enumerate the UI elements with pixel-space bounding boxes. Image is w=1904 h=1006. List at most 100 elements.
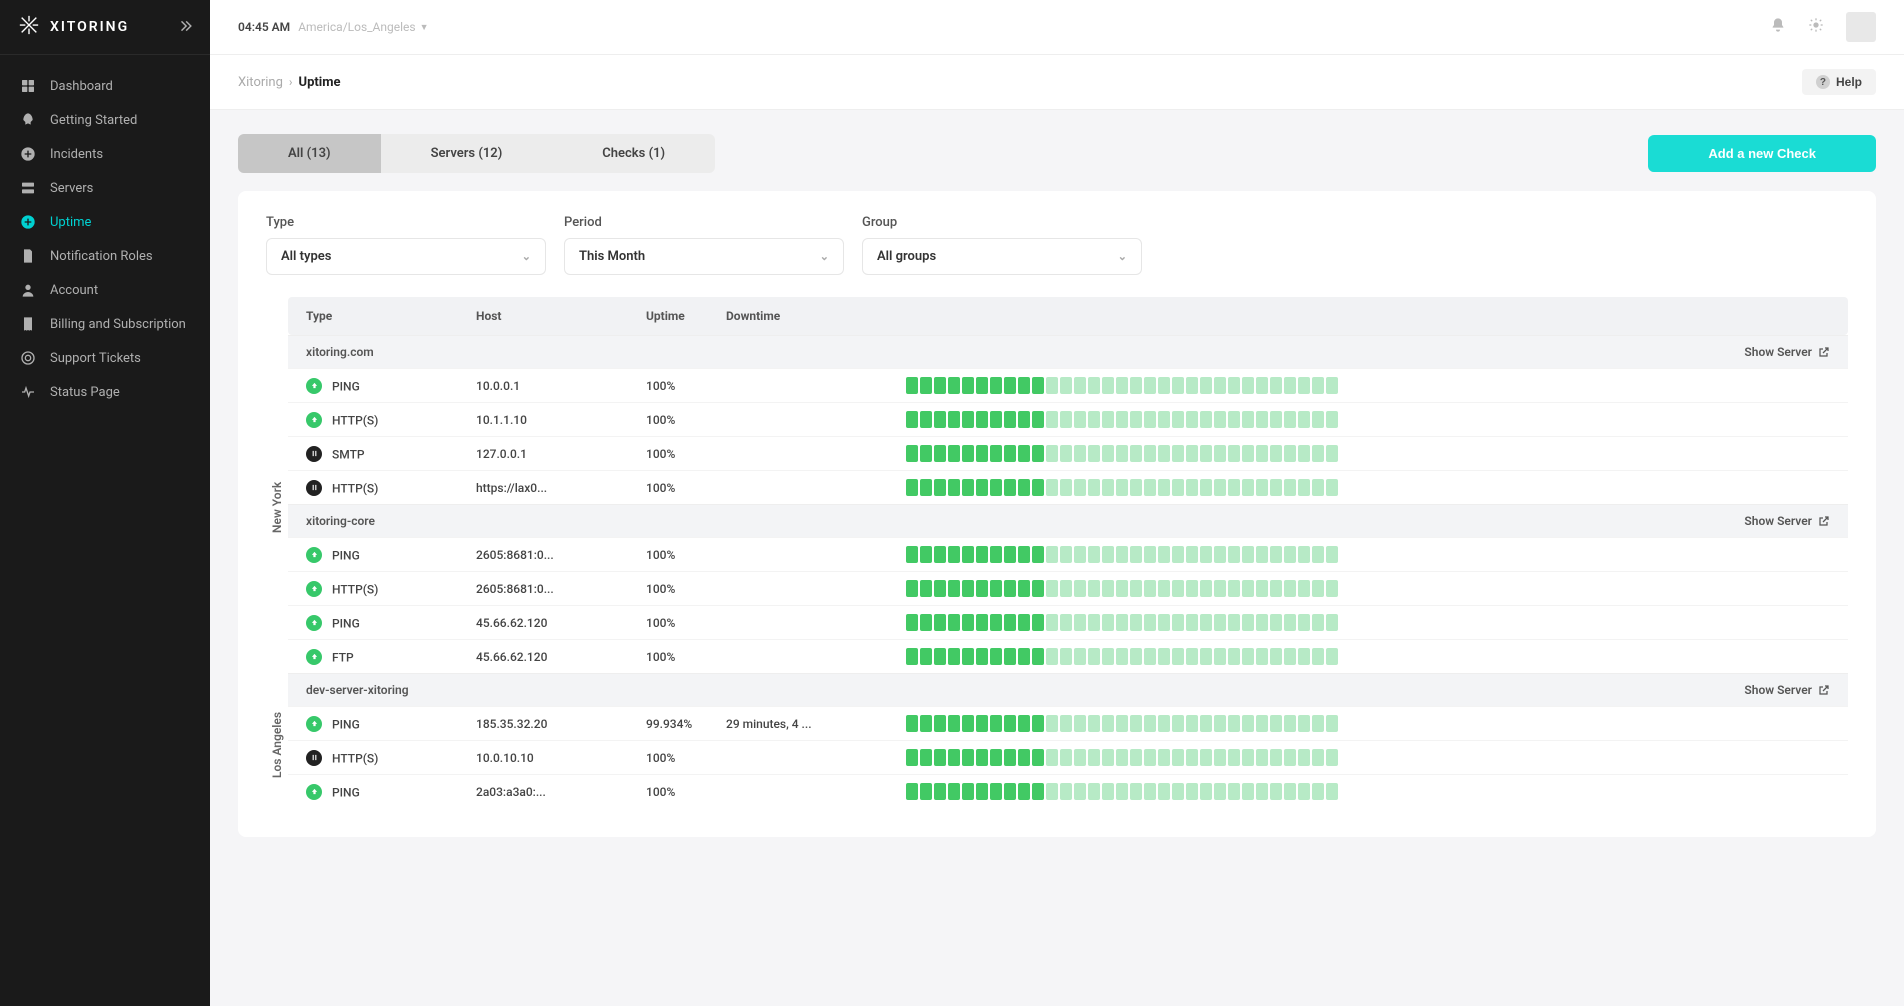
uptime-segment: [1200, 411, 1212, 428]
region-label: Los Angeles: [266, 677, 288, 813]
table-row[interactable]: PING 185.35.32.20 99.934% 29 minutes, 4 …: [288, 706, 1848, 740]
uptime-segment: [990, 715, 1002, 732]
uptime-segment: [1158, 445, 1170, 462]
uptime-segment: [1186, 614, 1198, 631]
show-server-link[interactable]: Show Server: [1744, 683, 1830, 697]
table-row[interactable]: PING 10.0.0.1 100%: [288, 368, 1848, 402]
chevron-down-icon[interactable]: ▼: [420, 22, 429, 33]
uptime-segment: [1214, 749, 1226, 766]
sidebar-item-notification-roles[interactable]: Notification Roles: [0, 239, 210, 273]
uptime-bars: [906, 749, 1830, 766]
downtime-cell: 29 minutes, 4 ...: [726, 717, 906, 731]
uptime-segment: [934, 377, 946, 394]
uptime-segment: [920, 377, 932, 394]
table-row[interactable]: SMTP 127.0.0.1 100%: [288, 436, 1848, 470]
uptime-segment: [1172, 648, 1184, 665]
uptime-segment: [1116, 546, 1128, 563]
table-row[interactable]: HTTP(S) 2605:8681:0... 100%: [288, 571, 1848, 605]
uptime-segment: [920, 749, 932, 766]
help-icon: ?: [1816, 75, 1830, 89]
uptime-segment: [1242, 580, 1254, 597]
show-server-link[interactable]: Show Server: [1744, 514, 1830, 528]
table-row[interactable]: HTTP(S) 10.0.10.10 100%: [288, 740, 1848, 774]
uptime-segment: [934, 479, 946, 496]
uptime-segment: [1060, 445, 1072, 462]
sidebar-item-getting-started[interactable]: Getting Started: [0, 103, 210, 137]
uptime-segment: [1102, 580, 1114, 597]
sidebar-item-servers[interactable]: Servers: [0, 171, 210, 205]
table-row[interactable]: HTTP(S) 10.1.1.10 100%: [288, 402, 1848, 436]
table-body: xitoring.comShow Server PING 10.0.0.1 10…: [288, 335, 1848, 808]
sidebar-item-dashboard[interactable]: Dashboard: [0, 69, 210, 103]
col-header-type: Type: [306, 309, 476, 323]
sidebar-item-support-tickets[interactable]: Support Tickets: [0, 341, 210, 375]
table-row[interactable]: PING 45.66.62.120 100%: [288, 605, 1848, 639]
bell-icon[interactable]: [1770, 17, 1786, 37]
uptime-segment: [1102, 546, 1114, 563]
uptime-segment: [962, 783, 974, 800]
sidebar-item-account[interactable]: Account: [0, 273, 210, 307]
brand: XITORING: [18, 14, 178, 40]
uptime-segment: [1228, 377, 1240, 394]
sidebar-item-status-page[interactable]: Status Page: [0, 375, 210, 409]
help-button[interactable]: ? Help: [1802, 69, 1876, 95]
uptime-segment: [1214, 783, 1226, 800]
status-up-icon: [306, 716, 322, 732]
breadcrumb-root[interactable]: Xitoring: [238, 75, 283, 90]
uptime-segment: [1060, 749, 1072, 766]
main: 04:45 AM America/Los_Angeles ▼ Xitoring …: [210, 0, 1904, 1006]
type-select[interactable]: All types ⌄: [266, 238, 546, 275]
uptime-segment: [990, 648, 1002, 665]
uptime-segment: [1228, 715, 1240, 732]
uptime-segment: [976, 614, 988, 631]
uptime-segment: [1284, 648, 1296, 665]
uptime-segment: [1116, 479, 1128, 496]
uptime-segment: [1172, 411, 1184, 428]
sidebar-item-incidents[interactable]: Incidents: [0, 137, 210, 171]
uptime-segment: [1186, 445, 1198, 462]
show-server-link[interactable]: Show Server: [1744, 345, 1830, 359]
uptime-segment: [1312, 783, 1324, 800]
uptime-segment: [1158, 648, 1170, 665]
host-cell: 45.66.62.120: [476, 650, 646, 664]
group-select[interactable]: All groups ⌄: [862, 238, 1142, 275]
theme-toggle-icon[interactable]: [1808, 17, 1824, 37]
host-cell: 185.35.32.20: [476, 717, 646, 731]
uptime-cell: 100%: [646, 413, 726, 427]
period-select[interactable]: This Month ⌄: [564, 238, 844, 275]
table-row[interactable]: PING 2605:8681:0... 100%: [288, 537, 1848, 571]
uptime-segment: [1298, 580, 1310, 597]
uptime-segment: [1256, 546, 1268, 563]
host-cell: 45.66.62.120: [476, 616, 646, 630]
uptime-segment: [948, 580, 960, 597]
uptime-segment: [1256, 580, 1268, 597]
group-header: dev-server-xitoringShow Server: [288, 673, 1848, 706]
uptime-segment: [1298, 614, 1310, 631]
avatar[interactable]: [1846, 12, 1876, 42]
tab-checks[interactable]: Checks (1): [552, 134, 715, 173]
uptime-segment: [1144, 715, 1156, 732]
collapse-sidebar-icon[interactable]: [178, 18, 192, 37]
user-icon: [20, 282, 36, 298]
filters: Type All types ⌄ Period This Month ⌄: [238, 215, 1876, 297]
uptime-segment: [1004, 783, 1016, 800]
timezone-label[interactable]: America/Los_Angeles: [298, 20, 415, 34]
uptime-segment: [976, 377, 988, 394]
uptime-segment: [1186, 715, 1198, 732]
table-row[interactable]: FTP 45.66.62.120 100%: [288, 639, 1848, 673]
sidebar-item-billing-and-subscription[interactable]: Billing and Subscription: [0, 307, 210, 341]
uptime-segment: [1200, 546, 1212, 563]
uptime-cell: 99.934%: [646, 717, 726, 731]
uptime-segment: [906, 715, 918, 732]
tab-all[interactable]: All (13): [238, 134, 381, 173]
filter-group: Group All groups ⌄: [862, 215, 1142, 275]
table-row[interactable]: HTTP(S) https://lax0... 100%: [288, 470, 1848, 504]
uptime-segment: [1102, 783, 1114, 800]
table-row[interactable]: PING 2a03:a3a0:... 100%: [288, 774, 1848, 808]
uptime-segment: [906, 614, 918, 631]
tab-servers[interactable]: Servers (12): [381, 134, 553, 173]
tabs-row: All (13)Servers (12)Checks (1) Add a new…: [238, 134, 1876, 173]
sidebar-item-uptime[interactable]: Uptime: [0, 205, 210, 239]
add-check-button[interactable]: Add a new Check: [1648, 135, 1876, 172]
uptime-segment: [1326, 715, 1338, 732]
